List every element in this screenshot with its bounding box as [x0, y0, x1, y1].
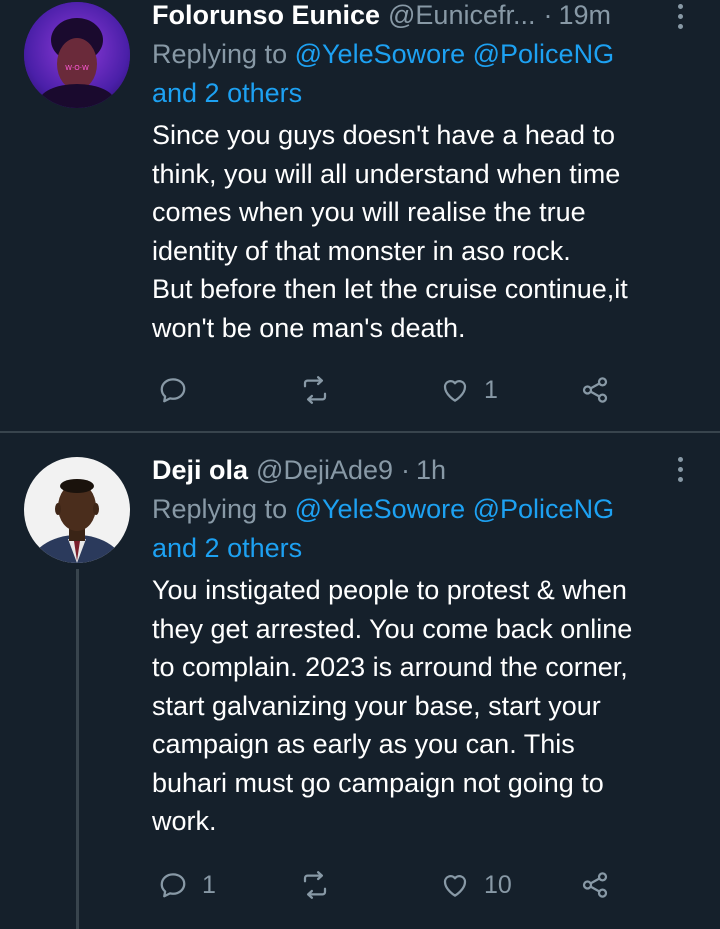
like-count: 1: [484, 375, 498, 404]
avatar-logo-text: W·O·W: [65, 64, 89, 72]
author-name[interactable]: Deji ola: [152, 451, 248, 489]
avatar[interactable]: W·O·W: [24, 2, 130, 108]
replying-mentions[interactable]: @YeleSowore @PoliceNG: [295, 39, 614, 69]
more-vertical-icon[interactable]: [676, 457, 684, 485]
tweet-header: Deji ola @DejiAde9 · 1h: [152, 451, 697, 489]
reply-icon: [160, 873, 186, 898]
avatar-image: W·O·W: [24, 2, 130, 108]
tweet-card[interactable]: Deji ola @DejiAde9 · 1h Replying to @Yel…: [0, 433, 720, 929]
reply-icon: [160, 378, 186, 403]
replying-to: Replying to @YeleSowore @PoliceNG and 2 …: [152, 35, 697, 113]
replying-prefix: Replying to: [152, 494, 288, 524]
replying-to: Replying to @YeleSowore @PoliceNG and 2 …: [152, 490, 697, 568]
tweet-text: Since you guys doesn't have a head to th…: [152, 120, 628, 343]
tweet-actions: 1: [0, 370, 720, 410]
share-icon: [582, 377, 608, 403]
author-handle[interactable]: @Eunicefr...: [388, 0, 535, 34]
heart-icon: [443, 380, 467, 402]
share-button[interactable]: [580, 865, 610, 905]
tweet-header: Folorunso Eunice @Eunicefr... · 19m: [152, 0, 697, 34]
avatar[interactable]: [24, 457, 130, 563]
like-count: 10: [484, 870, 512, 899]
replying-mentions[interactable]: @YeleSowore @PoliceNG: [295, 494, 614, 524]
timestamp: 1h: [416, 455, 447, 485]
retweet-icon: [303, 376, 327, 404]
tweet-content: Folorunso Eunice @Eunicefr... · 19m Repl…: [152, 0, 697, 347]
share-button[interactable]: [580, 370, 610, 410]
tweet-actions: 1 10: [0, 865, 720, 905]
retweet-button[interactable]: [300, 370, 344, 410]
retweet-icon: [303, 871, 327, 899]
tweet-content: Deji ola @DejiAde9 · 1h Replying to @Yel…: [152, 451, 697, 841]
share-icon: [582, 872, 608, 898]
retweet-button[interactable]: [300, 865, 344, 905]
avatar-image: [24, 457, 130, 563]
like-button[interactable]: 10: [440, 865, 512, 905]
tweet-text: You instigated people to protest & when …: [152, 575, 633, 836]
more-vertical-icon[interactable]: [676, 4, 684, 32]
separator-dot: ·: [543, 0, 553, 30]
replying-others-link[interactable]: and 2 others: [152, 78, 302, 108]
author-name[interactable]: Folorunso Eunice: [152, 0, 380, 34]
replying-others-link[interactable]: and 2 others: [152, 533, 302, 563]
reply-count: 1: [202, 870, 216, 899]
like-button[interactable]: 1: [440, 370, 498, 410]
replying-prefix: Replying to: [152, 39, 288, 69]
heart-icon: [443, 875, 467, 897]
timestamp: 19m: [558, 0, 612, 30]
author-handle[interactable]: @DejiAde9: [256, 451, 393, 489]
tweet-card[interactable]: W·O·W Folorunso Eunice @Eunicefr... · 19…: [0, 0, 720, 432]
reply-button[interactable]: 1: [158, 865, 216, 905]
reply-button[interactable]: [158, 370, 202, 410]
separator-dot: ·: [401, 455, 411, 485]
